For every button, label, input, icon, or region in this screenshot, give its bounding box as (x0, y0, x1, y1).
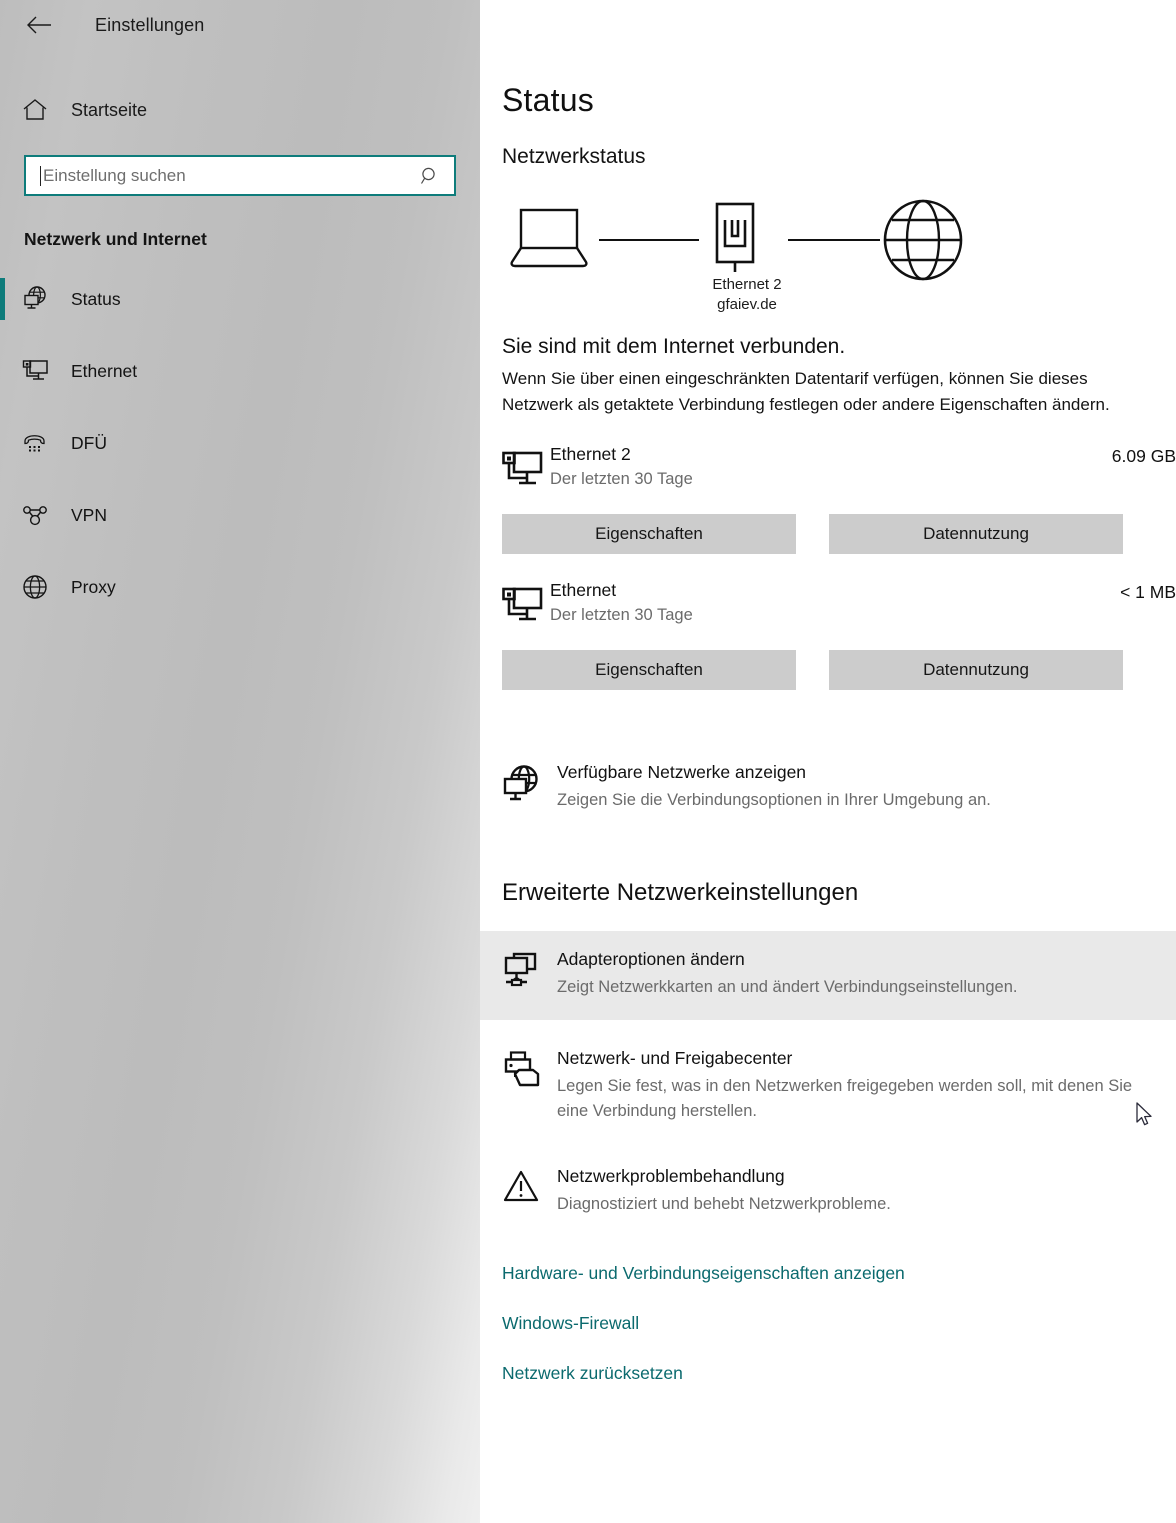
link-hardware-properties[interactable]: Hardware- und Verbindungseigenschaften a… (502, 1263, 905, 1284)
diagram-label: Ethernet 2 gfaiev.de (622, 275, 872, 315)
adapter-options-desc: Zeigt Netzwerkkarten an und ändert Verbi… (557, 978, 1018, 996)
adapter-header: Ethernet 2 Der letzten 30 Tage 6.09 GB (502, 444, 1176, 493)
sidebar-item-proxy[interactable]: Proxy (0, 564, 480, 610)
sidebar-item-label: DFÜ (71, 432, 107, 453)
troubleshooter-desc: Diagnostiziert und behebt Netzwerkproble… (557, 1195, 891, 1213)
mouse-cursor (1136, 1102, 1156, 1135)
troubleshooter-row[interactable]: Netzwerkproblembehandlung Diagnostiziert… (502, 1156, 1176, 1227)
adapter-options-row[interactable]: Adapteroptionen ändern Zeigt Netzwerkkar… (480, 931, 1176, 1020)
sidebar-item-vpn[interactable]: VPN (0, 492, 480, 538)
main-content: Status Netzwerkstatus Ethernet 2 gfaiev.… (480, 0, 1176, 1523)
sidebar: Einstellungen Startseite Netzwerk und In… (0, 0, 480, 1523)
sidebar-item-label: Status (71, 288, 121, 309)
sidebar-category-title: Netzwerk und Internet (24, 229, 207, 249)
sharing-center-desc: Legen Sie fest, was in den Netzwerken fr… (557, 1077, 1133, 1120)
troubleshooter-text: Netzwerkproblembehandlung Diagnostiziert… (557, 1166, 1176, 1217)
adapter-entry: Ethernet Der letzten 30 Tage < 1 MB Eige… (502, 580, 1176, 690)
vpn-icon (22, 502, 56, 528)
sharing-center-icon (502, 1048, 557, 1096)
adapter-name: Ethernet (550, 580, 617, 600)
sidebar-item-status[interactable]: Status (0, 276, 480, 322)
network-diagram: Ethernet 2 gfaiev.de (502, 197, 1176, 319)
warning-triangle-icon (502, 1166, 557, 1210)
search-icon[interactable] (420, 166, 440, 186)
page-title: Status (502, 82, 594, 118)
network-status-heading: Netzwerkstatus (502, 145, 646, 168)
sidebar-item-home[interactable]: Startseite (0, 90, 480, 130)
adapter-usage: < 1 MB (1120, 582, 1176, 602)
sharing-center-text: Netzwerk- und Freigabecenter Legen Sie f… (557, 1048, 1176, 1124)
connection-title: Sie sind mit dem Internet verbunden. (502, 335, 846, 358)
adapter-header: Ethernet Der letzten 30 Tage < 1 MB (502, 580, 1176, 629)
adapter-options-text: Adapteroptionen ändern Zeigt Netzwerkkar… (557, 949, 1176, 1000)
data-usage-button[interactable]: Datennutzung (829, 514, 1123, 554)
globe-monitor-icon (502, 762, 557, 810)
connection-line-right (788, 239, 880, 241)
network-adapter-icon (707, 200, 763, 285)
show-networks-text: Verfügbare Netzwerke anzeigen Zeigen Sie… (557, 762, 1176, 813)
sharing-center-row[interactable]: Netzwerk- und Freigabecenter Legen Sie f… (502, 1038, 1176, 1134)
sidebar-item-label: Proxy (71, 576, 116, 597)
globe-icon (882, 199, 964, 286)
advanced-settings-heading: Erweiterte Netzwerkeinstellungen (502, 879, 859, 906)
adapter-info: Ethernet Der letzten 30 Tage (550, 580, 1120, 625)
sidebar-header: Einstellungen (0, 0, 480, 50)
link-network-reset[interactable]: Netzwerk zurücksetzen (502, 1363, 683, 1384)
back-button[interactable] (22, 8, 56, 42)
search-box[interactable] (24, 155, 456, 196)
adapter-options-title: Adapteroptionen ändern (557, 949, 745, 969)
properties-button[interactable]: Eigenschaften (502, 650, 796, 690)
sidebar-item-dfu[interactable]: DFÜ (0, 420, 480, 466)
adapter-info: Ethernet 2 Der letzten 30 Tage (550, 444, 1112, 489)
sharing-center-title: Netzwerk- und Freigabecenter (557, 1048, 793, 1068)
window-title: Einstellungen (95, 14, 205, 35)
home-label: Startseite (71, 99, 148, 120)
laptop-icon (510, 207, 590, 278)
globe-monitor-icon (22, 286, 56, 312)
adapter-name: Ethernet 2 (550, 444, 631, 464)
sidebar-item-ethernet[interactable]: Ethernet (0, 348, 480, 394)
globe-icon (22, 574, 56, 600)
properties-button[interactable]: Eigenschaften (502, 514, 796, 554)
adapter-actions: Eigenschaften Datennutzung (502, 514, 1176, 554)
adapter-period: Der letzten 30 Tage (550, 606, 693, 624)
connection-line-left (599, 239, 699, 241)
adapter-period: Der letzten 30 Tage (550, 470, 693, 488)
dialup-phone-icon (22, 430, 56, 456)
adapter-options-icon (502, 949, 557, 995)
link-windows-firewall[interactable]: Windows-Firewall (502, 1313, 639, 1334)
adapter-entry: Ethernet 2 Der letzten 30 Tage 6.09 GB E… (502, 444, 1176, 554)
show-available-networks-row[interactable]: Verfügbare Netzwerke anzeigen Zeigen Sie… (502, 752, 1176, 823)
ethernet-icon (502, 444, 550, 493)
settings-window: Einstellungen Startseite Netzwerk und In… (0, 0, 1176, 1523)
back-arrow-icon (27, 16, 51, 34)
diagram-adapter-name: Ethernet 2 (712, 276, 782, 293)
ethernet-icon (502, 580, 550, 629)
sidebar-item-label: Ethernet (71, 360, 138, 381)
show-networks-title: Verfügbare Netzwerke anzeigen (557, 762, 807, 782)
adapter-actions: Eigenschaften Datennutzung (502, 650, 1176, 690)
adapter-usage: 6.09 GB (1111, 446, 1176, 466)
sidebar-item-label: VPN (71, 504, 107, 525)
diagram-network-name: gfaiev.de (717, 296, 777, 313)
troubleshooter-title: Netzwerkproblembehandlung (557, 1166, 785, 1186)
search-input[interactable] (41, 165, 420, 186)
home-icon (22, 98, 56, 122)
connection-description: Wenn Sie über einen eingeschränkten Date… (502, 369, 1110, 414)
show-networks-desc: Zeigen Sie die Verbindungsoptionen in Ih… (557, 791, 991, 809)
ethernet-icon (22, 358, 56, 384)
data-usage-button[interactable]: Datennutzung (829, 650, 1123, 690)
sidebar-nav: Status Ethernet DFÜ VPN Proxy (0, 276, 480, 610)
selection-indicator (0, 278, 5, 320)
